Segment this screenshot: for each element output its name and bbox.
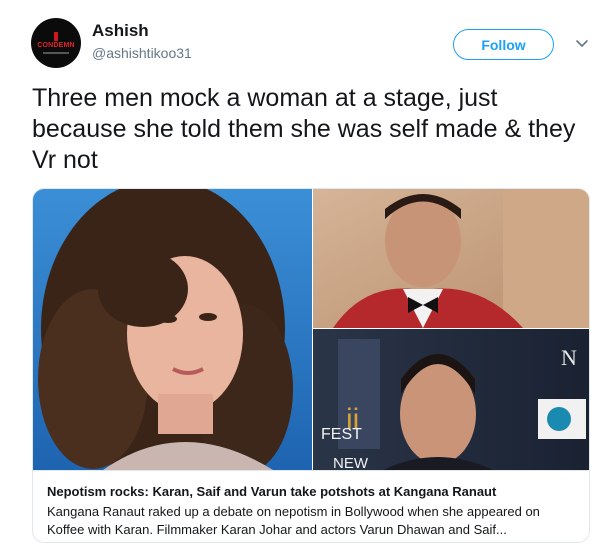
tweet-text: Three men mock a woman at a stage, just … (32, 84, 576, 174)
author-name[interactable]: Ashish (92, 21, 149, 41)
card-description: Kangana Ranaut raked up a debate on nepo… (47, 504, 540, 537)
card-image[interactable]: ii FEST NEW N (33, 189, 589, 470)
card-title[interactable]: Nepotism rocks: Karan, Saif and Varun ta… (47, 483, 575, 501)
image-sign-fest: FEST (321, 426, 362, 443)
author-handle[interactable]: @ashishtikoo31 (92, 45, 192, 61)
bottom-right-photo: ii (313, 329, 589, 470)
left-photo (33, 189, 312, 470)
image-sign-new: NEW (333, 455, 369, 470)
follow-button[interactable]: Follow (453, 29, 554, 60)
top-right-photo (313, 189, 589, 328)
link-card[interactable]: ii FEST NEW N Nepotism rocks: Karan, Sai… (32, 188, 590, 543)
avatar-underline (43, 52, 69, 54)
avatar[interactable]: CONDEMN (31, 18, 81, 68)
card-body[interactable]: Nepotism rocks: Karan, Saif and Varun ta… (33, 470, 589, 542)
avatar-mark (54, 32, 58, 41)
avatar-text: CONDEMN (37, 42, 75, 49)
image-sign-letter: N (561, 345, 577, 370)
chevron-down-icon[interactable] (575, 36, 589, 50)
